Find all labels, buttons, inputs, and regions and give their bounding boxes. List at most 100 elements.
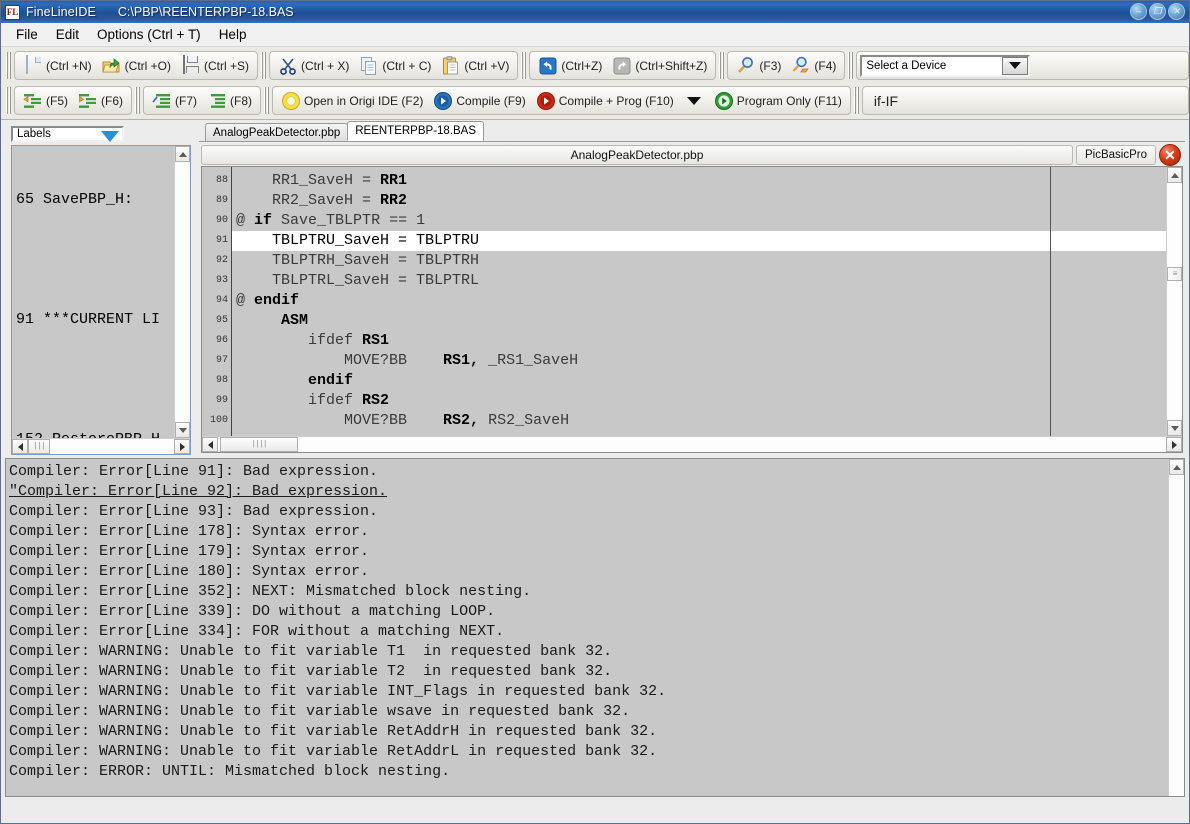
open-file-button[interactable]: (Ctrl +O) [97,53,176,78]
scroll-track-h[interactable]: ||| [28,439,174,454]
compiler-output-line[interactable]: Compiler: WARNING: Unable to fit variabl… [9,702,1168,722]
scroll-track[interactable] [175,162,190,422]
labels-vertical-scrollbar[interactable] [174,146,190,438]
scroll-track[interactable]: ≡ [1167,183,1182,420]
indent-right-button[interactable]: (F5) [18,88,73,113]
menu-file[interactable]: File [7,25,47,44]
toolbar-grip-icon-5[interactable] [847,52,855,79]
compiler-output-line[interactable]: "Compiler: Error[Line 92]: Bad expressio… [9,482,1168,502]
scroll-thumb-h[interactable]: |||| [220,437,298,452]
copy-button[interactable]: (Ctrl + C) [354,53,436,78]
toolbar-grip-icon-7[interactable] [134,87,142,114]
tab-reenterpbp-18[interactable]: REENTERPBP-18.BAS [347,121,484,141]
compiler-output-line[interactable]: Compiler: Error[Line 93]: Bad expression… [9,502,1168,522]
compiler-output-line[interactable]: Compiler: WARNING: Unable to fit variabl… [9,742,1168,762]
code-line[interactable]: RR1_SaveH = RR1 [232,171,1166,191]
code-line[interactable]: ifdef RS1 [232,331,1166,351]
compiler-output-line[interactable]: Compiler: WARNING: Unable to fit variabl… [9,682,1168,702]
find-replace-button[interactable]: (F4) [786,53,841,78]
close-document-button[interactable]: ✕ [1159,144,1181,166]
menu-help[interactable]: Help [210,25,256,44]
compiler-output-line[interactable]: Compiler: Error[Line 334]: FOR without a… [9,622,1168,642]
tab-analog-peak-detector[interactable]: AnalogPeakDetector.pbp [205,123,348,141]
find-button[interactable]: (F3) [731,53,786,78]
compile-button[interactable]: Compile (F9) [428,88,530,113]
scroll-down-button[interactable] [1167,420,1182,436]
editor-horizontal-scrollbar[interactable]: |||| [202,436,1182,452]
list-item[interactable]: 91 ***CURRENT LI [16,310,174,330]
toolbar-grip-icon-2[interactable] [260,52,268,79]
comment-lines-button[interactable]: (F7) [147,88,202,113]
code-line[interactable]: RR2_SaveH = RR2 [232,191,1166,211]
compiler-output-line[interactable]: Compiler: ERROR: UNTIL: Mismatched block… [9,762,1168,782]
compiler-output-line[interactable]: Compiler: WARNING: Unable to fit variabl… [9,722,1168,742]
scroll-thumb-h[interactable]: ||| [28,439,50,454]
labels-list[interactable]: 65 SavePBP_H: 91 ***CURRENT LI 152 Resto… [12,146,174,438]
list-item[interactable]: 65 SavePBP_H: [16,190,174,210]
code-line[interactable]: @ if Save_TBLPTR == 1 [232,211,1166,231]
maximize-button[interactable]: ❐ [1149,3,1166,20]
indent-left-button[interactable]: (F6) [73,88,128,113]
output-vertical-scrollbar[interactable] [1168,459,1184,796]
compiler-output-line[interactable]: Compiler: Error[Line 339]: DO without a … [9,602,1168,622]
scroll-left-button[interactable] [202,437,218,452]
code-line[interactable]: MOVE?BB RS1, _RS1_SaveH [232,351,1166,371]
paste-button[interactable]: (Ctrl +V) [436,53,514,78]
editor-vertical-scrollbar[interactable]: ≡ [1166,167,1182,436]
compiler-output-line[interactable]: Compiler: Error[Line 352]: NEXT: Mismatc… [9,582,1168,602]
compiler-output-line[interactable]: Compiler: Error[Line 178]: Syntax error. [9,522,1168,542]
menu-edit[interactable]: Edit [47,25,88,44]
compiler-output-line[interactable]: Compiler: Error[Line 91]: Bad expression… [9,462,1168,482]
scroll-right-button[interactable] [1166,437,1182,452]
code-line[interactable]: TBLPTRU_SaveH = TBLPTRU [232,231,1166,251]
scroll-down-button[interactable] [175,422,190,438]
scroll-right-button[interactable] [174,439,190,454]
code-line[interactable]: TBLPTRH_SaveH = TBLPTRH [232,251,1166,271]
cut-button[interactable]: (Ctrl + X) [273,53,354,78]
toolbar-grip-icon-9[interactable] [853,87,861,114]
code-line[interactable]: TBLPTRL_SaveH = TBLPTRL [232,271,1166,291]
scroll-track[interactable] [1169,475,1184,796]
compiler-output-line[interactable]: Compiler: WARNING: Unable to fit variabl… [9,642,1168,662]
toolbar-grip-icon[interactable] [5,52,13,79]
compiler-output-text[interactable]: Compiler: Error[Line 91]: Bad expression… [6,459,1168,796]
minimize-button[interactable]: – [1130,3,1147,20]
program-only-button[interactable]: Program Only (F11) [709,88,847,113]
new-file-button[interactable]: (Ctrl +N) [18,53,97,78]
code-lines[interactable]: RR1_SaveH = RR1 RR2_SaveH = RR2@ if Save… [232,167,1166,436]
device-select[interactable]: Select a Device [860,55,1030,77]
compiler-output-line[interactable]: Compiler: Error[Line 179]: Syntax error. [9,542,1168,562]
chevron-down-icon[interactable] [1002,57,1028,75]
menu-options[interactable]: Options (Ctrl + T) [88,25,210,44]
code-scroll-area[interactable]: 88 89 90 91 92 93 94 95 96 97 98 [202,167,1166,436]
save-file-button[interactable]: (Ctrl +S) [176,53,254,78]
labels-horizontal-scrollbar[interactable]: ||| [12,438,190,454]
code-line[interactable]: @ endif [232,291,1166,311]
scroll-up-button[interactable] [175,146,190,162]
compiler-output-line[interactable]: Compiler: Error[Line 180]: Syntax error. [9,562,1168,582]
build-options-dropdown[interactable] [679,88,709,113]
toolbar-grip-icon-4[interactable] [718,52,726,79]
toolbar-grip-icon-8[interactable] [263,87,271,114]
code-line[interactable]: MOVE?BB RS2, RS2_SaveH [232,411,1166,431]
scroll-thumb[interactable]: ≡ [1167,267,1182,281]
diamond-dropdown-icon[interactable] [101,131,119,142]
close-button[interactable]: ✕ [1168,3,1185,20]
code-line[interactable]: endif [232,371,1166,391]
scroll-up-button[interactable] [1167,167,1182,183]
code-line[interactable]: ifdef RS2 [232,391,1166,411]
scroll-track-h[interactable]: |||| [218,437,1166,452]
current-filename-bar[interactable]: AnalogPeakDetector.pbp [201,145,1073,165]
toolbar-grip-icon-6[interactable] [5,87,13,114]
uncomment-lines-button[interactable]: (F8) [202,88,257,113]
compiler-output-line[interactable]: Compiler: WARNING: Unable to fit variabl… [9,662,1168,682]
scroll-up-button[interactable] [1169,459,1184,475]
scroll-left-button[interactable] [12,439,28,454]
redo-button[interactable]: (Ctrl+Shift+Z) [607,53,712,78]
compile-and-program-button[interactable]: Compile + Prog (F10) [531,88,679,113]
labels-dropdown[interactable]: Labels [11,126,124,142]
toolbar-grip-icon-3[interactable] [520,52,528,79]
code-line[interactable]: ASM [232,311,1166,331]
language-badge[interactable]: PicBasicPro [1076,145,1156,165]
keyword-field-value[interactable]: if-IF [874,93,898,109]
